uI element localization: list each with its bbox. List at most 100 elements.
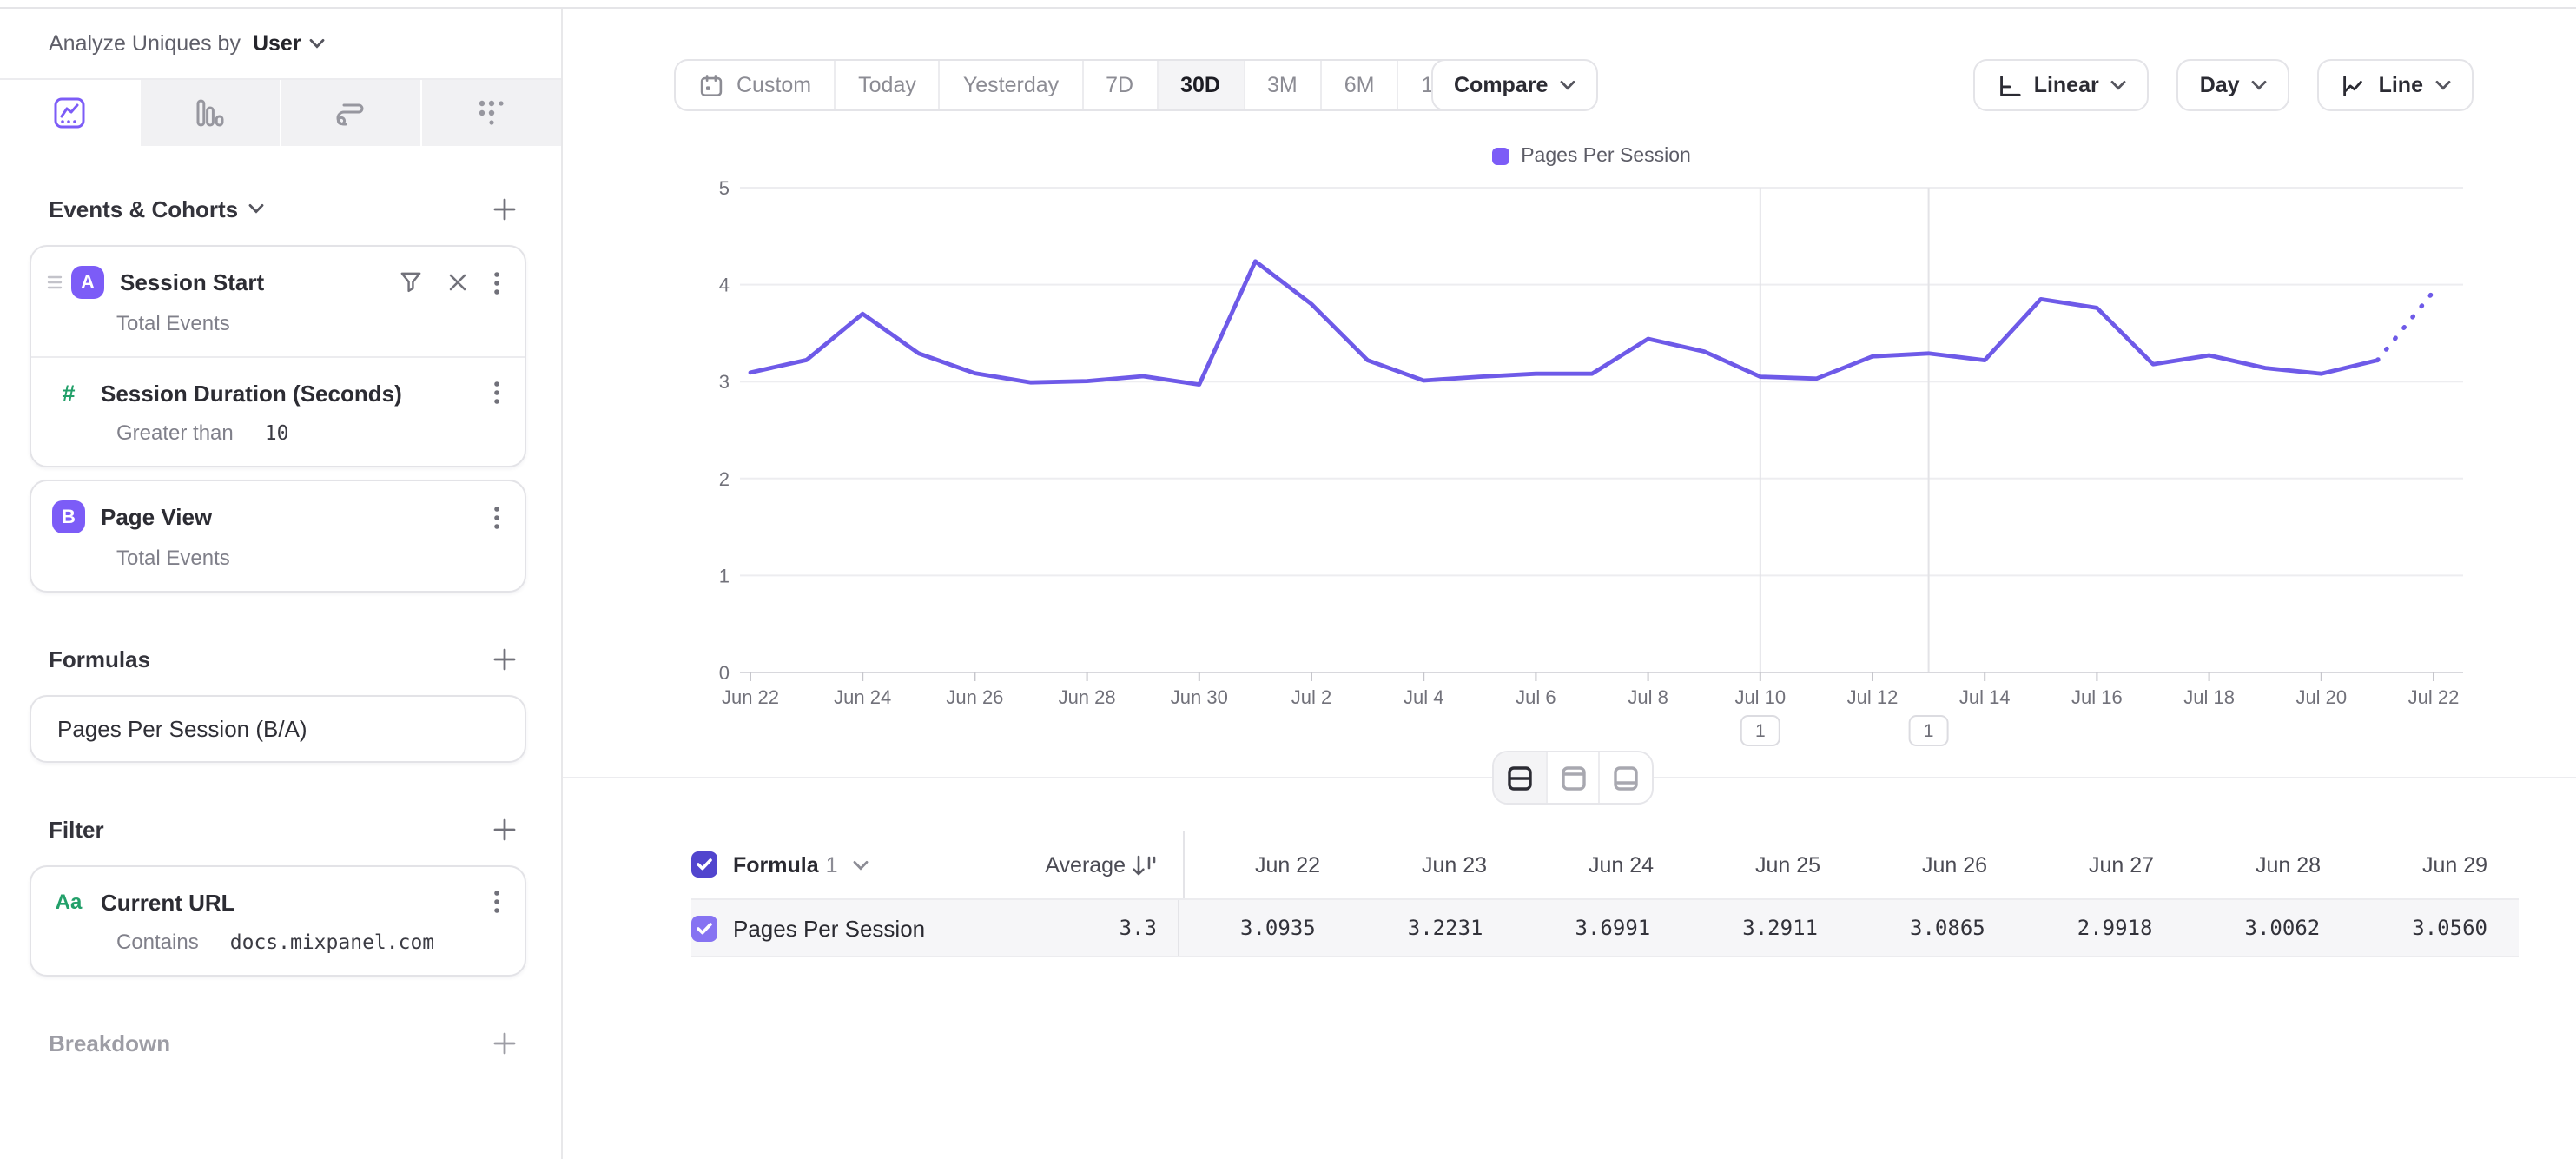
chart-type-button[interactable]: Line (2318, 59, 2474, 111)
range-yesterday[interactable]: Yesterday (939, 61, 1081, 109)
kebab-menu-icon[interactable] (490, 501, 504, 533)
compare-button[interactable]: Compare (1431, 59, 1598, 111)
formula-card[interactable]: Pages Per Session (B/A) (30, 695, 526, 763)
analyze-by-select[interactable]: User (253, 31, 326, 56)
range-6m[interactable]: 6M (1320, 61, 1397, 109)
event-a-title[interactable]: Session Start (120, 269, 264, 295)
metric-block[interactable]: # Session Duration (Seconds) Greater tha… (31, 356, 525, 466)
date-column-header: Jun 26 (1852, 852, 2018, 877)
range-custom[interactable]: Custom (676, 61, 834, 109)
date-cell-value: 3.0935 (1179, 916, 1347, 940)
date-cell-value: 3.2231 (1347, 916, 1515, 940)
breakdown-header: Breakdown (30, 1018, 526, 1067)
chart-type-label: Line (2379, 73, 2423, 97)
layout-chart-view[interactable] (1545, 752, 1598, 803)
chevron-down-icon[interactable] (248, 203, 264, 214)
date-cell-value: 3.0560 (2351, 916, 2519, 940)
event-b-title[interactable]: Page View (101, 504, 212, 530)
formulas-header: Formulas (30, 634, 526, 683)
visualization-tabs (0, 80, 561, 146)
add-breakdown-button[interactable] (490, 1028, 519, 1057)
add-event-button[interactable] (490, 194, 519, 223)
chart-legend[interactable]: Pages Per Session (681, 146, 2501, 167)
line-chart[interactable]: 01234511Jun 22Jun 24Jun 26Jun 28Jun 30Ju… (681, 174, 2501, 773)
tab-bar-chart[interactable] (139, 80, 280, 146)
bar-chart-tab-icon (193, 96, 228, 130)
events-cohorts-title: Events & Cohorts (49, 195, 238, 222)
event-a-card: A Session Start (30, 245, 526, 467)
compare-label: Compare (1454, 73, 1548, 97)
results-table: Formula1 Average Jun 22Jun 23Jun 24Jun 2… (691, 831, 2519, 957)
add-formula-button[interactable] (490, 644, 519, 673)
x-tick-label: Jun 22 (722, 686, 779, 708)
kebab-menu-icon[interactable] (490, 267, 504, 298)
series-line-projection (2377, 291, 2434, 360)
legend-label: Pages Per Session (1521, 146, 1691, 167)
date-column-header: Jun 29 (2352, 852, 2519, 877)
metric-operator[interactable]: Greater than (116, 421, 234, 445)
x-tick-label: Jul 20 (2295, 686, 2347, 708)
x-tick-label: Jul 22 (2408, 686, 2460, 708)
legend-swatch (1491, 148, 1509, 165)
scale-button[interactable]: Linear (1973, 59, 2150, 111)
filter-block[interactable]: Aa Current URL Contains docs.mixpanel.co… (31, 867, 525, 975)
filter-value[interactable]: docs.mixpanel.com (230, 930, 434, 954)
x-tick-label: Jul 18 (2183, 686, 2235, 708)
kebab-menu-icon[interactable] (490, 377, 504, 408)
tab-metrics-grid[interactable] (420, 80, 561, 146)
metrics-grid-tab-icon (474, 96, 509, 130)
x-tick-label: Jul 10 (1734, 686, 1786, 708)
event-b-card: B Page View Total Events (30, 480, 526, 593)
scale-label: Linear (2034, 73, 2099, 97)
check-icon (697, 922, 712, 934)
chevron-down-icon[interactable] (854, 859, 869, 870)
event-b-badge: B (52, 500, 85, 533)
plus-icon (493, 647, 516, 670)
event-a-block[interactable]: A Session Start (31, 247, 525, 356)
event-a-measure[interactable]: Total Events (116, 311, 230, 335)
table-row[interactable]: Pages Per Session 3.3 3.09353.22313.6991… (691, 898, 2519, 957)
range-30d[interactable]: 30D (1156, 61, 1243, 109)
average-header[interactable]: Average (978, 852, 1126, 877)
filter-property-title[interactable]: Current URL (101, 889, 235, 915)
range-7d[interactable]: 7D (1081, 61, 1156, 109)
date-column-header: Jun 27 (2018, 852, 2185, 877)
layout-split-view[interactable] (1494, 752, 1545, 803)
sort-descending-icon[interactable] (1131, 852, 1162, 877)
formula-name: Pages Per Session (B/A) (57, 716, 307, 742)
event-b-measure[interactable]: Total Events (116, 546, 230, 570)
annotation-marker-label: 1 (1924, 721, 1934, 741)
y-tick-label: 5 (719, 177, 730, 199)
add-filter-button[interactable] (490, 814, 519, 844)
metric-title[interactable]: Session Duration (Seconds) (101, 380, 402, 406)
sidebar-body: Events & Cohorts A Session Start (0, 184, 561, 1067)
breakdown-title: Breakdown (49, 1030, 170, 1056)
filter-title: Filter (49, 816, 104, 842)
filter-operator[interactable]: Contains (116, 930, 199, 954)
remove-event-icon[interactable] (445, 269, 471, 295)
tab-flow[interactable] (280, 80, 420, 146)
row-checkbox[interactable] (691, 915, 717, 941)
series-group-label[interactable]: Formula1 (733, 852, 838, 877)
chevron-down-icon (1560, 80, 1575, 90)
table-only-icon (1612, 764, 1640, 791)
metric-value[interactable]: 10 (265, 421, 289, 445)
event-b-block[interactable]: B Page View Total Events (31, 481, 525, 591)
calendar-icon (698, 72, 724, 98)
insights-report: Analyze Uniques by User (0, 0, 2576, 1159)
range-3m[interactable]: 3M (1243, 61, 1320, 109)
date-range-group: CustomTodayYesterday7D30D3M6M12M (674, 59, 1488, 111)
drag-handle-icon[interactable] (47, 275, 63, 290)
string-property-icon: Aa (52, 890, 85, 914)
line-chart-svg[interactable]: 01234511Jun 22Jun 24Jun 26Jun 28Jun 30Ju… (681, 174, 2501, 773)
select-all-checkbox[interactable] (691, 851, 717, 878)
kebab-menu-icon[interactable] (490, 886, 504, 917)
layout-table-view[interactable] (1599, 752, 1652, 803)
tab-line-chart[interactable] (0, 80, 139, 146)
y-tick-label: 1 (719, 565, 730, 586)
interval-button[interactable]: Day (2177, 59, 2290, 111)
range-today[interactable]: Today (834, 61, 939, 109)
filter-icon[interactable] (396, 268, 426, 297)
flow-tab-icon (334, 96, 368, 130)
y-tick-label: 0 (719, 662, 730, 684)
